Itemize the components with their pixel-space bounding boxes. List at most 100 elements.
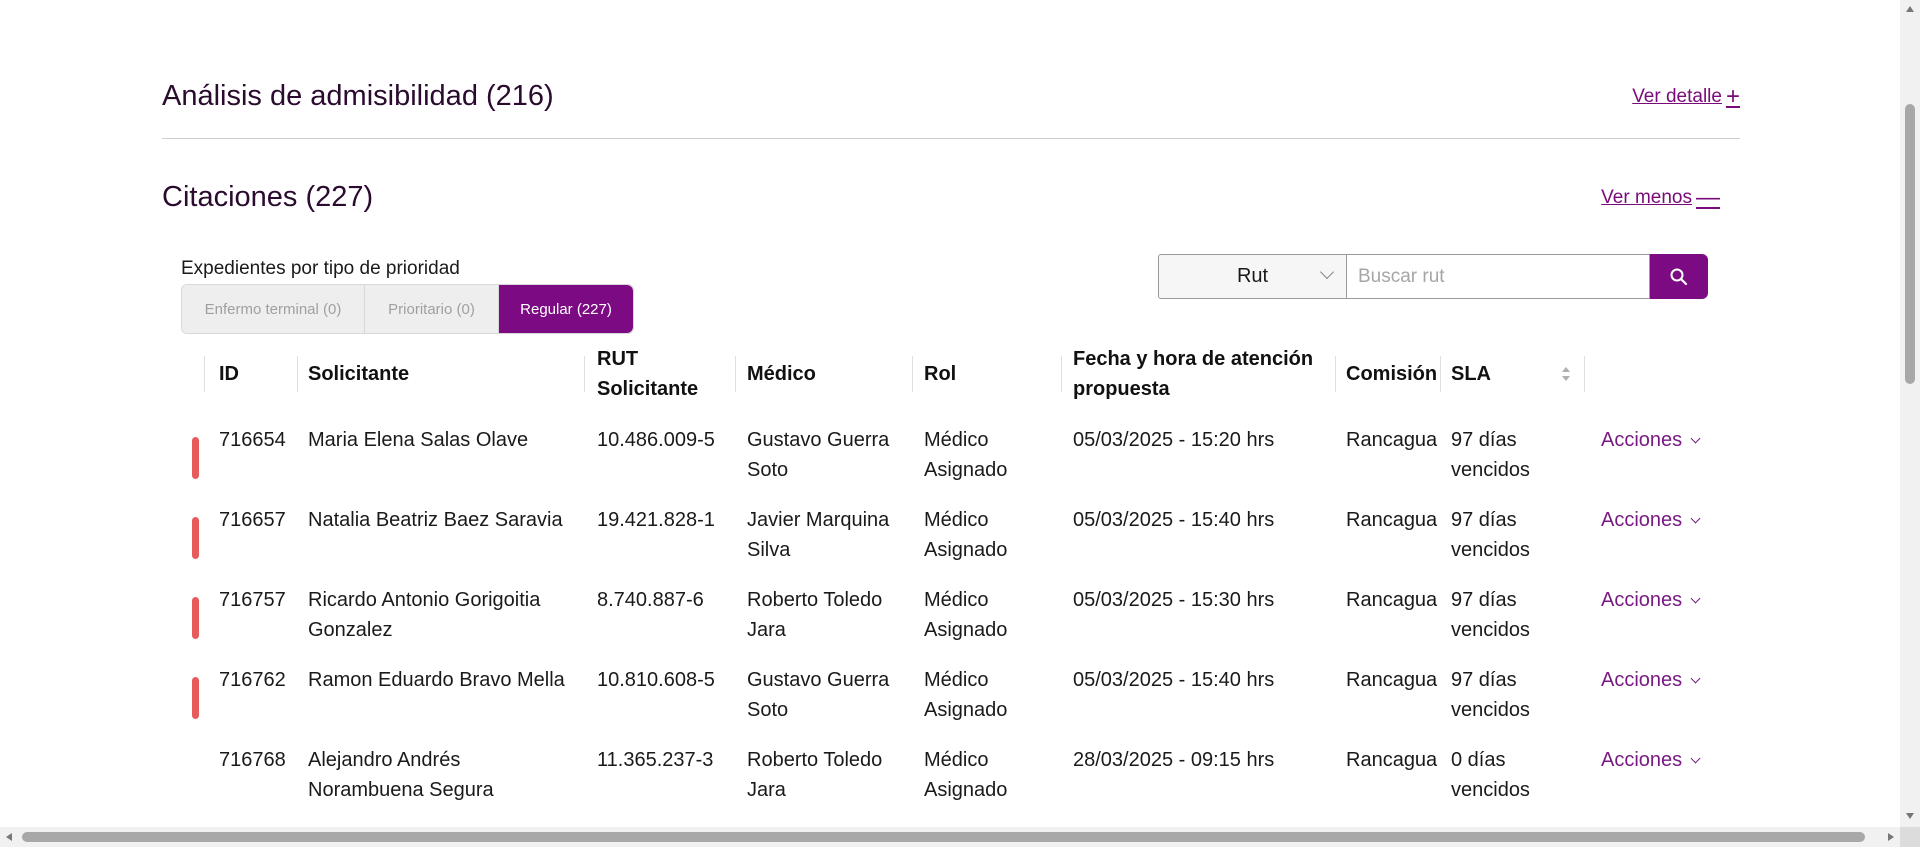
vertical-scroll-thumb[interactable] bbox=[1905, 104, 1915, 384]
table-row: 716657 Natalia Beatriz Baez Saravia 19.4… bbox=[181, 505, 1701, 585]
acciones-dropdown[interactable]: Acciones bbox=[1601, 745, 1701, 775]
cell-id: 716762 bbox=[219, 669, 286, 691]
section-divider bbox=[162, 138, 1740, 139]
header-id: ID bbox=[219, 363, 239, 385]
scroll-right-arrow-icon[interactable] bbox=[1888, 833, 1894, 841]
header-medico: Médico bbox=[747, 363, 816, 385]
analisis-header: Análisis de admisibilidad (216) Ver deta… bbox=[162, 80, 1740, 113]
acciones-dropdown[interactable]: Acciones bbox=[1601, 585, 1701, 615]
citaciones-title: Citaciones (227) bbox=[162, 181, 374, 213]
header-sla[interactable]: SLA bbox=[1451, 342, 1491, 406]
chevron-down-icon bbox=[1690, 753, 1701, 763]
cell-solicitante: Natalia Beatriz Baez Saravia bbox=[308, 509, 563, 531]
cell-comision: Rancagua bbox=[1346, 669, 1438, 691]
cell-sla: 0 días vencidos bbox=[1451, 749, 1530, 801]
cell-rut: 8.740.887-6 bbox=[597, 589, 704, 611]
cell-rut: 11.365.237-3 bbox=[597, 749, 714, 771]
cell-fecha: 05/03/2025 - 15:20 hrs bbox=[1073, 429, 1275, 451]
chevron-down-icon bbox=[1690, 593, 1701, 603]
acciones-label: Acciones bbox=[1601, 429, 1683, 451]
cell-comision: Rancagua bbox=[1346, 509, 1438, 531]
ver-menos-link[interactable]: Ver menos — bbox=[1601, 183, 1720, 211]
acciones-dropdown[interactable]: Acciones bbox=[1601, 425, 1701, 455]
cell-medico: Roberto Toledo Jara bbox=[747, 749, 883, 801]
table-row: 716762 Ramon Eduardo Bravo Mella 10.810.… bbox=[181, 665, 1701, 745]
cell-comision: Rancagua bbox=[1346, 749, 1438, 771]
chevron-down-icon bbox=[1690, 433, 1701, 443]
column-separator bbox=[297, 356, 298, 392]
cell-id: 716657 bbox=[219, 509, 286, 531]
scroll-left-arrow-icon[interactable] bbox=[6, 833, 12, 841]
horizontal-scroll-thumb[interactable] bbox=[22, 832, 1865, 842]
cell-id: 716654 bbox=[219, 429, 286, 451]
priority-tabs: Enfermo terminal (0) Prioritario (0) Reg… bbox=[181, 284, 634, 334]
chevron-down-icon bbox=[1690, 513, 1701, 523]
column-separator bbox=[1584, 356, 1585, 392]
ver-detalle-label: Ver detalle bbox=[1632, 85, 1722, 107]
acciones-label: Acciones bbox=[1601, 589, 1683, 611]
chevron-down-icon bbox=[1690, 673, 1701, 683]
priority-flag bbox=[192, 597, 199, 639]
search-input[interactable] bbox=[1347, 254, 1650, 299]
cell-fecha: 28/03/2025 - 09:15 hrs bbox=[1073, 749, 1275, 771]
scroll-up-arrow-icon[interactable] bbox=[1906, 6, 1914, 12]
plus-icon: + bbox=[1725, 82, 1740, 110]
column-separator bbox=[1061, 356, 1062, 392]
search-type-select[interactable]: Rut bbox=[1158, 254, 1347, 299]
column-separator bbox=[584, 356, 585, 392]
header-comision: Comisión bbox=[1346, 363, 1438, 385]
cell-fecha: 05/03/2025 - 15:30 hrs bbox=[1073, 589, 1275, 611]
priority-label: Expedientes por tipo de prioridad bbox=[181, 258, 460, 279]
cell-medico: Roberto Toledo Jara bbox=[747, 589, 883, 641]
acciones-label: Acciones bbox=[1601, 509, 1683, 531]
cell-rut: 10.486.009-5 bbox=[597, 429, 715, 451]
cell-comision: Rancagua bbox=[1346, 429, 1438, 451]
chevron-down-icon bbox=[1319, 264, 1335, 280]
acciones-label: Acciones bbox=[1601, 749, 1683, 771]
header-rol: Rol bbox=[924, 363, 957, 385]
acciones-label: Acciones bbox=[1601, 669, 1683, 691]
acciones-dropdown[interactable]: Acciones bbox=[1601, 665, 1701, 695]
search-type-value: Rut bbox=[1236, 265, 1269, 287]
horizontal-scrollbar[interactable] bbox=[0, 827, 1900, 847]
cell-fecha: 05/03/2025 - 15:40 hrs bbox=[1073, 669, 1275, 691]
cell-comision: Rancagua bbox=[1346, 589, 1438, 611]
tab-enfermo-terminal[interactable]: Enfermo terminal (0) bbox=[182, 285, 365, 333]
header-fecha: Fecha y hora de atención propuesta bbox=[1073, 348, 1314, 400]
citaciones-header: Citaciones (227) Ver menos — bbox=[162, 181, 1740, 214]
header-solicitante: Solicitante bbox=[308, 363, 410, 385]
tab-prioritario[interactable]: Prioritario (0) bbox=[365, 285, 499, 333]
ver-detalle-link[interactable]: Ver detalle + bbox=[1632, 82, 1740, 110]
cell-rol: Médico Asignado bbox=[924, 589, 1008, 641]
tab-regular[interactable]: Regular (227) bbox=[499, 285, 633, 333]
cell-medico: Gustavo Guerra Soto bbox=[747, 429, 890, 481]
minus-icon: — bbox=[1696, 183, 1720, 211]
column-separator bbox=[735, 356, 736, 392]
page: Análisis de admisibilidad (216) Ver deta… bbox=[0, 0, 1920, 847]
scroll-down-arrow-icon[interactable] bbox=[1906, 813, 1914, 819]
sort-icon[interactable] bbox=[1561, 366, 1571, 382]
table-row: 716768 Alejandro Andrés Norambuena Segur… bbox=[181, 745, 1701, 825]
cell-rol: Médico Asignado bbox=[924, 429, 1008, 481]
cell-id: 716757 bbox=[219, 589, 286, 611]
table-header: ID Solicitante RUT Solicitante Médico Ro… bbox=[181, 342, 1585, 406]
table-row: 716654 Maria Elena Salas Olave 10.486.00… bbox=[181, 425, 1701, 505]
column-separator bbox=[204, 356, 205, 392]
cell-sla: 97 días vencidos bbox=[1451, 429, 1530, 481]
cell-rol: Médico Asignado bbox=[924, 749, 1008, 801]
priority-flag bbox=[192, 677, 199, 719]
priority-flag bbox=[192, 437, 199, 479]
cell-sla: 97 días vencidos bbox=[1451, 509, 1530, 561]
rut-search: Rut bbox=[1158, 254, 1708, 299]
cell-fecha: 05/03/2025 - 15:40 hrs bbox=[1073, 509, 1275, 531]
column-separator bbox=[1440, 356, 1441, 392]
priority-flag bbox=[192, 517, 199, 559]
column-separator bbox=[912, 356, 913, 392]
vertical-scrollbar[interactable] bbox=[1900, 0, 1920, 847]
search-button[interactable] bbox=[1650, 254, 1708, 299]
acciones-dropdown[interactable]: Acciones bbox=[1601, 505, 1701, 535]
cell-sla: 97 días vencidos bbox=[1451, 669, 1530, 721]
cell-rol: Médico Asignado bbox=[924, 509, 1008, 561]
ver-menos-label: Ver menos bbox=[1601, 186, 1692, 208]
cell-solicitante: Alejandro Andrés Norambuena Segura bbox=[308, 749, 494, 801]
